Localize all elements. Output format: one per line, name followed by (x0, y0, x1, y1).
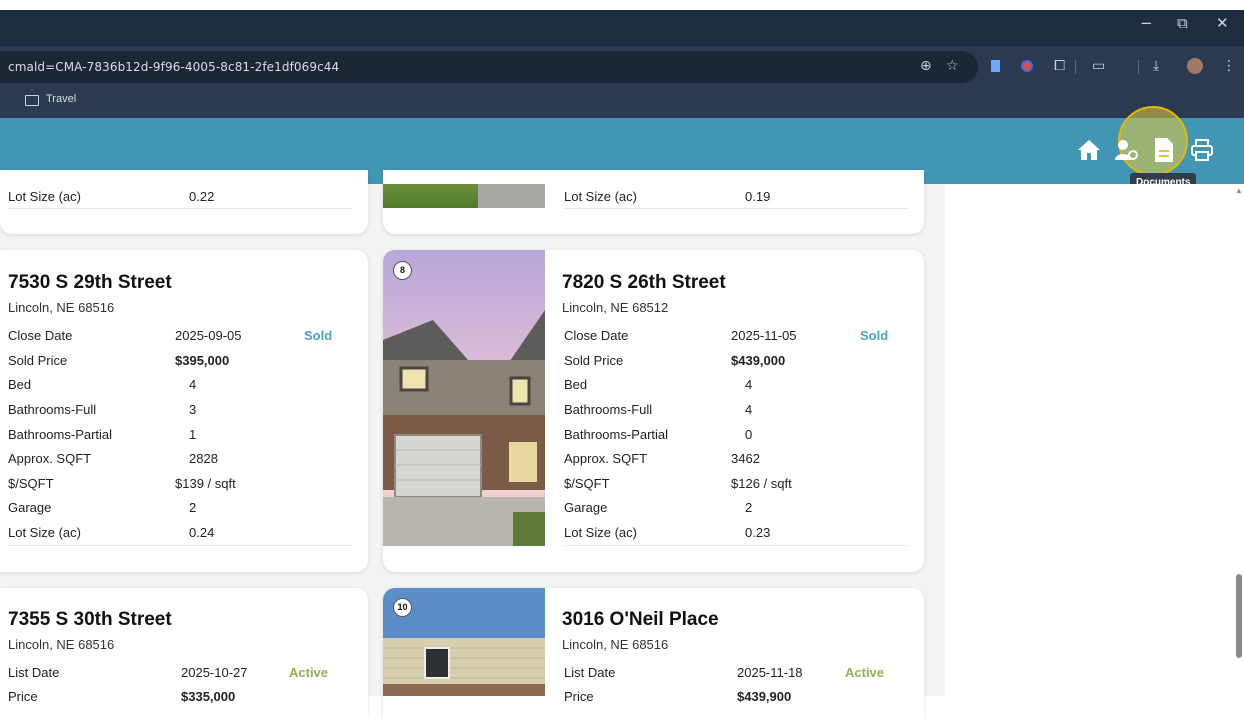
bookmark-star-icon[interactable]: ☆ (946, 58, 959, 74)
lot-size-label: Lot Size (ac) (564, 525, 637, 540)
extension-icon[interactable] (991, 60, 1000, 72)
puzzle-icon[interactable]: ⧠ (1054, 58, 1065, 74)
price-value: $439,900 (737, 689, 792, 704)
users-icon[interactable] (1114, 138, 1140, 162)
price-value: $395,000 (175, 353, 230, 368)
bed-value: 4 (189, 377, 197, 392)
scroll-up-icon[interactable]: ▲ (1235, 186, 1243, 195)
bookmarks-bar (0, 84, 1244, 118)
bookmark-travel[interactable]: Travel (46, 93, 76, 105)
price-per-sqft-value: $139 / sqft (175, 476, 236, 491)
status-badge: Active (289, 665, 329, 680)
lot-size-value: 0.24 (189, 525, 215, 540)
price-per-sqft-label: $/SQFT (8, 476, 54, 491)
download-icon[interactable]: ⤓ (1153, 58, 1159, 74)
price-value: $439,000 (731, 353, 786, 368)
bed-label: Bed (564, 377, 588, 392)
url-text[interactable]: cmald=CMA-7836b12d-9f96-4005-8c81-2fe1df… (8, 60, 339, 74)
sqft-value: 2828 (189, 451, 218, 466)
home-icon[interactable] (1077, 139, 1101, 161)
listing-city: Lincoln, NE 68516 (8, 300, 115, 315)
extension-icon[interactable] (1021, 60, 1033, 72)
lot-size-value: 0.22 (189, 189, 215, 204)
price-value: $335,000 (181, 689, 236, 704)
folder-icon (25, 95, 39, 106)
garage-value: 2 (189, 500, 197, 515)
listing-address[interactable]: 3016 O'Neil Place (562, 609, 719, 631)
baths-full-value: 4 (745, 402, 753, 417)
baths-partial-value: 1 (189, 427, 197, 442)
baths-partial-label: Bathrooms-Partial (564, 427, 669, 442)
close-date-label: Close Date (8, 328, 73, 343)
right-panel (945, 184, 1244, 696)
screen-top-edge (0, 0, 1244, 10)
bed-value: 4 (745, 377, 753, 392)
price-label: Price (564, 689, 594, 704)
price-label: Price (8, 689, 38, 704)
reading-mode-icon[interactable]: ▭ (1092, 58, 1105, 74)
listing-city: Lincoln, NE 68516 (8, 637, 115, 652)
menu-icon[interactable]: ⋮ (1222, 58, 1236, 74)
list-date-value: 2025-10-27 (181, 665, 248, 680)
status-badge: Active (845, 665, 885, 680)
close-button[interactable]: ✕ (1216, 14, 1229, 32)
baths-full-label: Bathrooms-Full (564, 402, 653, 417)
row-divider (8, 208, 352, 209)
avatar[interactable] (1187, 58, 1203, 74)
house-photo (383, 184, 545, 208)
close-date-value: 2025-11-05 (731, 328, 797, 343)
restore-button[interactable]: ⧉ (1177, 14, 1188, 32)
toolbar-divider (1138, 60, 1139, 74)
lot-size-label: Lot Size (ac) (8, 189, 81, 204)
close-date-value: 2025-09-05 (175, 328, 242, 343)
documents-icon[interactable] (1153, 137, 1175, 163)
list-date-value: 2025-11-18 (737, 665, 803, 680)
zoom-icon[interactable]: ⊕ (920, 58, 932, 74)
row-divider (564, 208, 908, 209)
print-icon[interactable] (1190, 138, 1214, 162)
listing-address[interactable]: 7530 S 29th Street (8, 272, 172, 294)
baths-partial-label: Bathrooms-Partial (8, 427, 113, 442)
bed-label: Bed (8, 377, 32, 392)
sqft-value: 3462 (731, 451, 760, 466)
price-label: Sold Price (564, 353, 624, 368)
garage-label: Garage (564, 500, 608, 515)
baths-full-value: 3 (189, 402, 197, 417)
sqft-label: Approx. SQFT (564, 451, 648, 466)
price-per-sqft-label: $/SQFT (564, 476, 610, 491)
lot-size-label: Lot Size (ac) (564, 189, 637, 204)
price-per-sqft-value: $126 / sqft (731, 476, 792, 491)
toolbar-divider (1075, 60, 1076, 74)
listing-city: Lincoln, NE 68512 (562, 300, 669, 315)
list-date-label: List Date (564, 665, 616, 680)
baths-partial-value: 0 (745, 427, 753, 442)
listing-city: Lincoln, NE 68516 (562, 637, 669, 652)
lot-size-label: Lot Size (ac) (8, 525, 81, 540)
garage-value: 2 (745, 500, 753, 515)
minimize-button[interactable]: − (1140, 14, 1153, 32)
listing-address[interactable]: 7820 S 26th Street (562, 272, 726, 294)
price-label: Sold Price (8, 353, 68, 368)
baths-full-label: Bathrooms-Full (8, 402, 97, 417)
lot-size-value: 0.23 (745, 525, 771, 540)
house-photo[interactable] (383, 250, 545, 546)
status-badge: Sold (860, 328, 889, 343)
row-divider (564, 545, 908, 546)
lot-size-value: 0.19 (745, 189, 771, 204)
listing-address[interactable]: 7355 S 30th Street (8, 609, 172, 631)
close-date-label: Close Date (564, 328, 629, 343)
sqft-label: Approx. SQFT (8, 451, 92, 466)
listing-number-badge: 8 (393, 261, 412, 280)
listing-number-badge: 10 (393, 598, 412, 617)
garage-label: Garage (8, 500, 52, 515)
scrollbar-thumb[interactable] (1236, 574, 1242, 658)
list-date-label: List Date (8, 665, 60, 680)
status-badge: Sold (304, 328, 333, 343)
row-divider (8, 545, 352, 546)
